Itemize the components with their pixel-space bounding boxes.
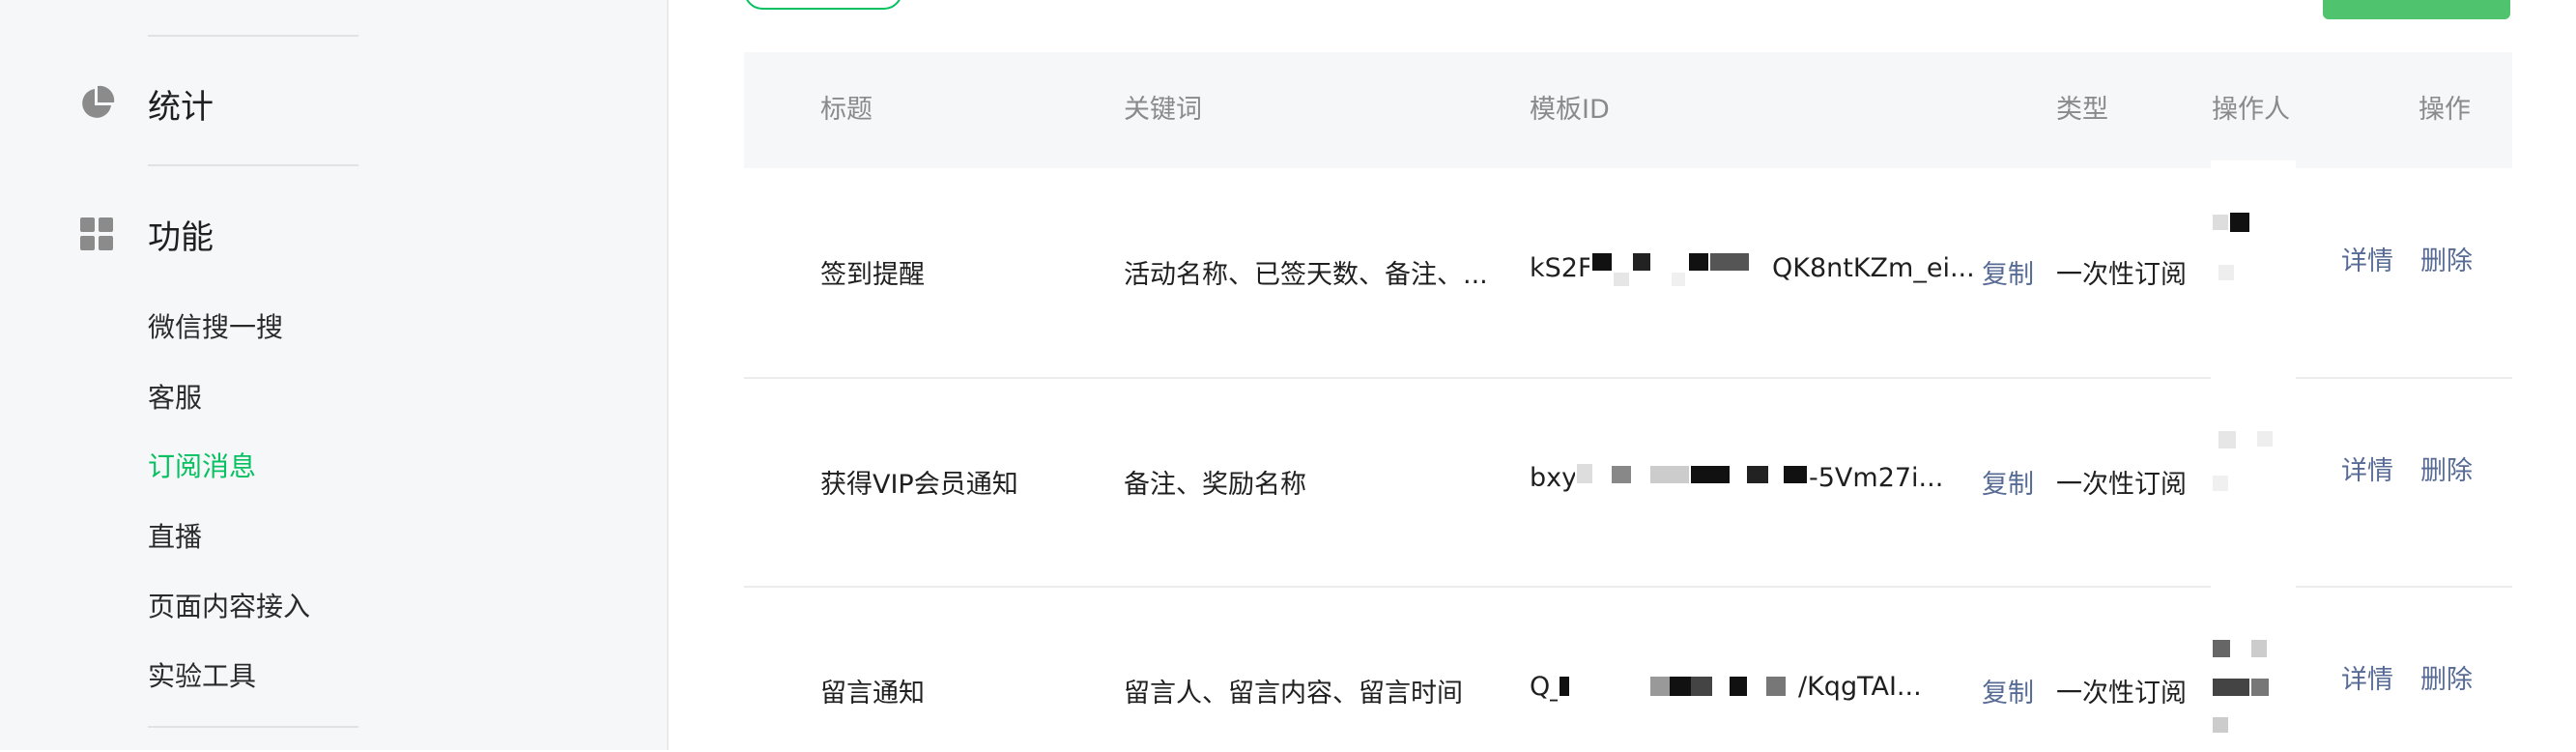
row-template-id-tail: /KqgTAI... xyxy=(1798,672,1922,702)
add-template-button[interactable] xyxy=(2323,0,2510,19)
redaction-block xyxy=(2218,265,2234,280)
divider xyxy=(148,726,358,728)
redaction-block xyxy=(2213,640,2230,657)
sidebar xyxy=(0,0,500,750)
nav-group-label: 功能 xyxy=(148,217,214,257)
redaction-block xyxy=(1614,273,1629,286)
redaction-block xyxy=(2230,213,2249,232)
redaction-block xyxy=(1650,677,1670,696)
detail-link[interactable]: 详情 xyxy=(2341,449,2393,487)
nav-group-stats[interactable]: 统计 xyxy=(77,74,214,132)
row-type: 一次性订阅 xyxy=(2056,470,2187,500)
nav-group-label: 统计 xyxy=(148,87,214,127)
redaction-block xyxy=(1730,677,1747,696)
redaction-block xyxy=(1577,464,1592,483)
delete-link[interactable]: 删除 xyxy=(2420,240,2473,277)
redaction-block xyxy=(2218,431,2236,448)
operator-redaction-area xyxy=(2211,160,2296,750)
sidebar-item-live[interactable]: 直播 xyxy=(148,518,202,557)
delete-link[interactable]: 删除 xyxy=(2420,658,2473,696)
redaction-block xyxy=(1560,677,1569,696)
row-template-id: bxy xyxy=(1530,463,1578,493)
column-header-operator: 操作人 xyxy=(2212,95,2290,125)
redaction-block xyxy=(2213,717,2228,733)
row-title: 留言通知 xyxy=(820,679,925,709)
redaction-block xyxy=(1612,466,1631,483)
column-header-type: 类型 xyxy=(2056,95,2108,125)
redaction-block xyxy=(2213,679,2249,696)
row-type: 一次性订阅 xyxy=(2056,260,2187,290)
grid-icon xyxy=(77,215,116,253)
nav-group-features[interactable]: 功能 xyxy=(77,205,214,263)
row-title: 签到提醒 xyxy=(820,260,925,290)
redaction-block xyxy=(1633,253,1650,271)
sidebar-item-subscribe-messages[interactable]: 订阅消息 xyxy=(148,448,256,486)
row-keywords: 留言人、留言内容、留言时间 xyxy=(1124,679,1463,709)
row-keywords: 活动名称、已签天数、备注、... xyxy=(1124,260,1488,290)
column-header-actions: 操作 xyxy=(2419,95,2471,125)
redaction-block xyxy=(2257,431,2273,447)
sidebar-gap xyxy=(498,0,669,750)
redaction-block xyxy=(2251,679,2269,696)
delete-link[interactable]: 删除 xyxy=(2420,449,2473,487)
detail-link[interactable]: 详情 xyxy=(2341,658,2393,696)
row-title: 获得VIP会员通知 xyxy=(820,470,1018,500)
redaction-block xyxy=(1784,466,1807,483)
redaction-block xyxy=(1747,466,1768,483)
copy-button[interactable]: 复制 xyxy=(1982,672,2034,709)
column-header-title: 标题 xyxy=(820,95,873,125)
copy-button[interactable]: 复制 xyxy=(1982,463,2034,501)
column-header-template-id: 模板ID xyxy=(1530,95,1610,125)
detail-link[interactable]: 详情 xyxy=(2341,240,2393,277)
copy-button[interactable]: 复制 xyxy=(1982,253,2034,291)
row-keywords: 备注、奖励名称 xyxy=(1124,470,1306,500)
redaction-block xyxy=(1691,466,1730,483)
sidebar-item-page-content[interactable]: 页面内容接入 xyxy=(148,588,310,626)
redaction-block xyxy=(1689,253,1708,271)
divider xyxy=(148,35,358,37)
redaction-block xyxy=(1691,677,1712,696)
row-template-id: kS2F xyxy=(1530,253,1593,283)
column-header-keywords: 关键词 xyxy=(1124,95,1202,125)
filter-tab-button[interactable] xyxy=(744,0,902,10)
sidebar-item-experiment-tools[interactable]: 实验工具 xyxy=(148,657,256,696)
redaction-block xyxy=(2251,640,2267,657)
redaction-block xyxy=(1672,273,1685,286)
redaction-block xyxy=(1766,677,1786,696)
sidebar-item-customer-service[interactable]: 客服 xyxy=(148,379,202,418)
redaction-block xyxy=(1592,253,1612,271)
redaction-block xyxy=(2213,476,2228,491)
row-type: 一次性订阅 xyxy=(2056,679,2187,709)
pie-chart-icon xyxy=(77,84,116,123)
row-template-id-tail: QK8ntKZm_ei... xyxy=(1772,253,1975,283)
row-template-id-tail: -5Vm27i... xyxy=(1809,463,1944,493)
redaction-block xyxy=(1650,466,1689,483)
divider xyxy=(148,164,358,166)
redaction-block xyxy=(2213,215,2228,230)
redaction-block xyxy=(1710,253,1749,271)
redaction-block xyxy=(1670,677,1691,696)
sidebar-item-wechat-search[interactable]: 微信搜一搜 xyxy=(148,308,283,347)
